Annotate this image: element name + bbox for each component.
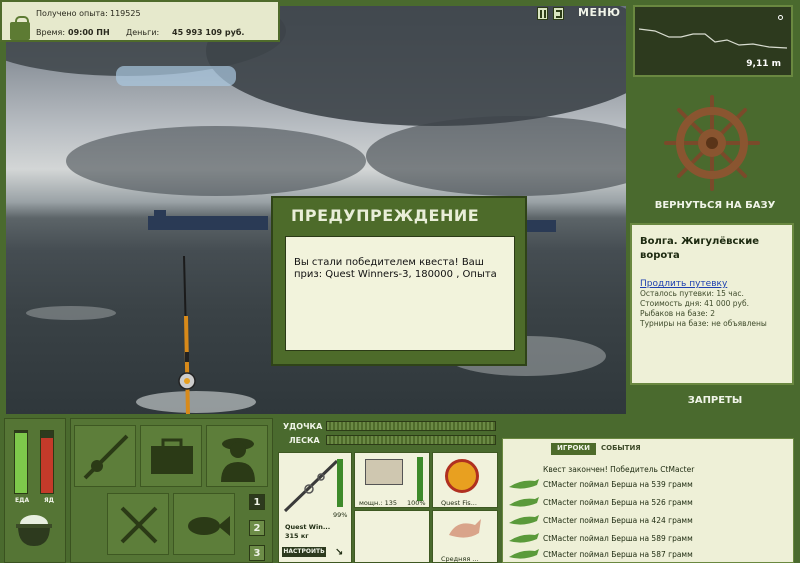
warning-dialog: ПРЕДУПРЕЖДЕНИЕ Вы стали победителем квес… — [271, 196, 527, 366]
sound-button[interactable] — [553, 7, 564, 20]
rod-durability-bar — [337, 459, 343, 507]
box-tile[interactable] — [140, 425, 202, 487]
fish-event-icon — [509, 479, 539, 489]
event-line: CtMacter поймал Берша на 587 грамм — [543, 550, 693, 559]
fish-event-icon — [509, 515, 539, 525]
fish-tile[interactable] — [173, 493, 235, 555]
food-meter — [14, 430, 28, 494]
tackle-box-icon — [151, 438, 193, 474]
line-label: ЛЕСКА — [289, 436, 320, 445]
rod-slot[interactable]: 99% Quest Win... 315 кг НАСТРОИТЬ ↘ — [278, 452, 352, 563]
location-title: Волга. Жигулёвские ворота — [640, 236, 759, 261]
dialog-title: ПРЕДУПРЕЖДЕНИЕ — [291, 206, 480, 225]
reel-slot[interactable]: мощн.: 135 100% — [354, 452, 430, 508]
pause-button[interactable] — [537, 7, 548, 20]
rod-percent: 99% — [333, 511, 348, 519]
fish-event-icon — [509, 549, 539, 559]
fish-event-icon — [509, 497, 539, 507]
experience-label: Получено опыта: — [36, 9, 108, 18]
reel-image — [365, 459, 403, 485]
setup-button[interactable]: НАСТРОИТЬ — [282, 547, 326, 557]
angler-tile[interactable] — [206, 425, 268, 487]
lock-icon[interactable] — [10, 16, 30, 40]
tab-players[interactable]: ИГРОКИ — [551, 443, 596, 455]
lure-slot[interactable]: Средняя ... — [432, 510, 498, 563]
rod-icon — [83, 434, 129, 480]
dialog-message: Вы стали победителем квеста! Ваш приз: Q… — [285, 236, 515, 351]
sound-icon — [556, 10, 562, 18]
menu-button[interactable]: МЕНЮ — [578, 6, 621, 19]
anglers-count: Рыбаков на базе: 2 — [640, 309, 715, 318]
money-label: Деньги: — [126, 28, 160, 37]
money-value: 45 993 109 руб. — [172, 28, 245, 37]
line-tension-bar — [326, 435, 496, 445]
angler-icon — [221, 438, 255, 482]
rod-weight: 315 кг — [285, 532, 309, 540]
bans-button[interactable]: ЗАПРЕТЫ — [640, 395, 790, 406]
cauldron-icon[interactable] — [12, 506, 56, 550]
time-value: 09:00 ПН — [68, 28, 110, 37]
tournaments-info: Турниры на базе: не объявлены — [640, 319, 767, 328]
depth-value: 9,11 m — [746, 59, 781, 69]
fishing-rod[interactable] — [166, 256, 206, 414]
lure-icon — [449, 519, 481, 538]
tackle-tile[interactable] — [74, 425, 136, 487]
poison-meter — [40, 430, 54, 494]
fish-event-icon — [509, 533, 539, 543]
slot-1-button[interactable]: 1 — [249, 494, 265, 510]
rod-label: УДОЧКА — [283, 422, 323, 431]
fish-icon — [188, 516, 230, 536]
food-label: ЕДА — [15, 497, 30, 504]
empty-slot[interactable] — [354, 510, 430, 563]
permit-remaining: Осталось путевки: 15 час. — [640, 289, 744, 298]
poison-label: ЯД — [44, 497, 54, 504]
line-spool-icon — [445, 459, 479, 493]
barge — [148, 216, 268, 230]
marker-icon — [778, 15, 783, 20]
event-header: Квест закончен! Победитель CtMacter — [543, 465, 695, 474]
line-slot[interactable]: Quest Fis... — [432, 452, 498, 508]
pause-icon — [540, 10, 542, 18]
line-name: Quest Fis... — [441, 499, 477, 507]
events-panel: ИГРОКИ СОБЫТИЯ Квест закончен! Победител… — [502, 438, 794, 563]
event-line: CtMacter поймал Берша на 526 грамм — [543, 498, 693, 507]
rod-name: Quest Win... — [285, 523, 331, 531]
reel-durability-bar — [417, 457, 423, 501]
reel-percent: 100% — [407, 499, 426, 507]
event-line: CtMacter поймал Берша на 539 грамм — [543, 480, 693, 489]
sky-patch — [116, 66, 236, 86]
reel-power: мощн.: 135 — [359, 499, 397, 507]
location-panel: Волга. Жигулёвские ворота Продлить путев… — [630, 223, 794, 385]
slot-2-button[interactable]: 2 — [249, 520, 265, 536]
tab-events[interactable]: СОБЫТИЯ — [595, 443, 647, 455]
arrow-down-right-icon[interactable]: ↘ — [335, 547, 343, 558]
slot-3-button[interactable]: 3 — [249, 545, 265, 561]
event-line: CtMacter поймал Берша на 424 грамм — [543, 516, 693, 525]
lure-name: Средняя ... — [441, 555, 479, 563]
experience-value: 119525 — [110, 9, 141, 18]
day-cost: Стоимость дня: 41 000 руб. — [640, 299, 749, 308]
status-panel: Получено опыта: 119525 Время: 09:00 ПН Д… — [0, 0, 280, 42]
event-line: CtMacter поймал Берша на 589 грамм — [543, 534, 693, 543]
ship-wheel-icon[interactable] — [664, 95, 760, 191]
depth-sonar: 9,11 m — [633, 5, 793, 77]
rod-tension-bar — [326, 421, 496, 431]
time-label: Время: — [36, 28, 66, 37]
food-tile[interactable] — [107, 493, 169, 555]
knife-fork-icon — [120, 506, 158, 544]
return-to-base-button[interactable]: ВЕРНУТЬСЯ НА БАЗУ — [640, 200, 790, 211]
extend-permit-link[interactable]: Продлить путевку — [640, 279, 784, 289]
